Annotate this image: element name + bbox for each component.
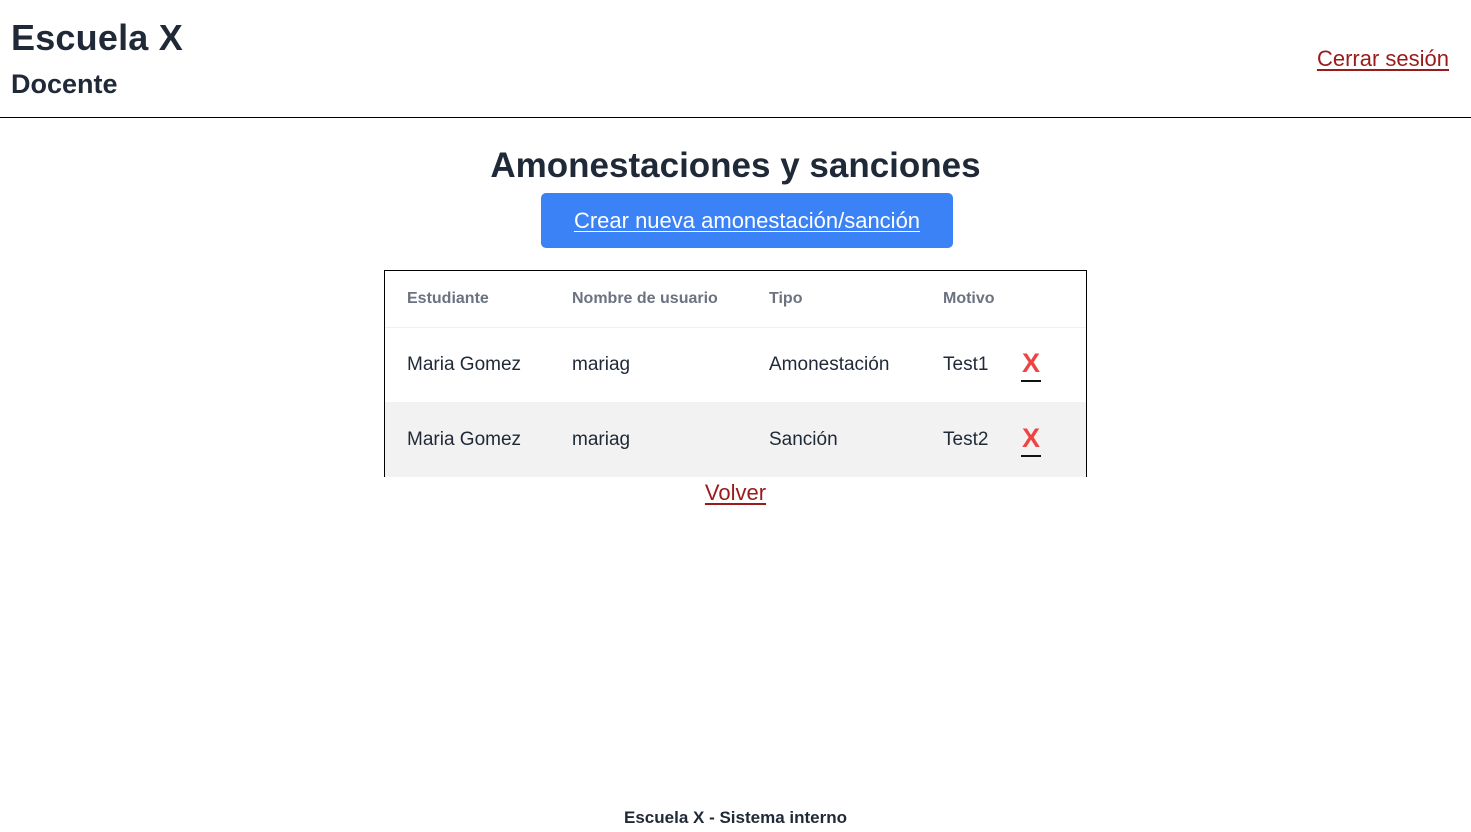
logout-link[interactable]: Cerrar sesión [1317, 46, 1449, 72]
delete-button[interactable]: X [1021, 348, 1042, 382]
table-header-row: Estudiante Nombre de usuario Tipo Motivo [385, 271, 1086, 327]
footer-text: Escuela X - Sistema interno [624, 808, 847, 827]
cell-actions: X [1021, 402, 1086, 477]
cell-type: Amonestación [769, 353, 890, 375]
cell-student: Maria Gomez [407, 428, 522, 450]
cell-actions: X [1021, 327, 1086, 402]
cell-username: mariag [572, 428, 631, 450]
column-header-motive: Motivo [943, 289, 995, 307]
page-title: Amonestaciones y sanciones [490, 146, 981, 185]
back-link-container: Volver [0, 480, 1471, 506]
column-header-student: Estudiante [407, 289, 489, 307]
column-header-actions [1021, 271, 1086, 327]
column-header-type: Tipo [769, 289, 803, 307]
table-row: Maria Gomez mariag Amonestación Test1 X [385, 327, 1086, 402]
delete-button[interactable]: X [1021, 423, 1042, 457]
cell-motive: Test2 [943, 428, 989, 450]
cell-motive: Test1 [943, 353, 989, 375]
sanctions-table: Estudiante Nombre de usuario Tipo Motivo… [384, 270, 1087, 477]
cell-type: Sanción [769, 428, 838, 450]
table-row: Maria Gomez mariag Sanción Test2 X [385, 402, 1086, 477]
create-sanction-button[interactable]: Crear nueva amonestación/sanción [541, 193, 953, 248]
school-name: Escuela X [11, 17, 183, 58]
app-header: Escuela X Docente Cerrar sesión [0, 0, 1471, 118]
column-header-username: Nombre de usuario [572, 289, 718, 307]
cell-student: Maria Gomez [407, 353, 522, 375]
back-link[interactable]: Volver [705, 480, 766, 505]
create-sanction-button-label: Crear nueva amonestación/sanción [573, 207, 921, 233]
cell-username: mariag [572, 353, 631, 375]
user-role: Docente [11, 69, 118, 99]
